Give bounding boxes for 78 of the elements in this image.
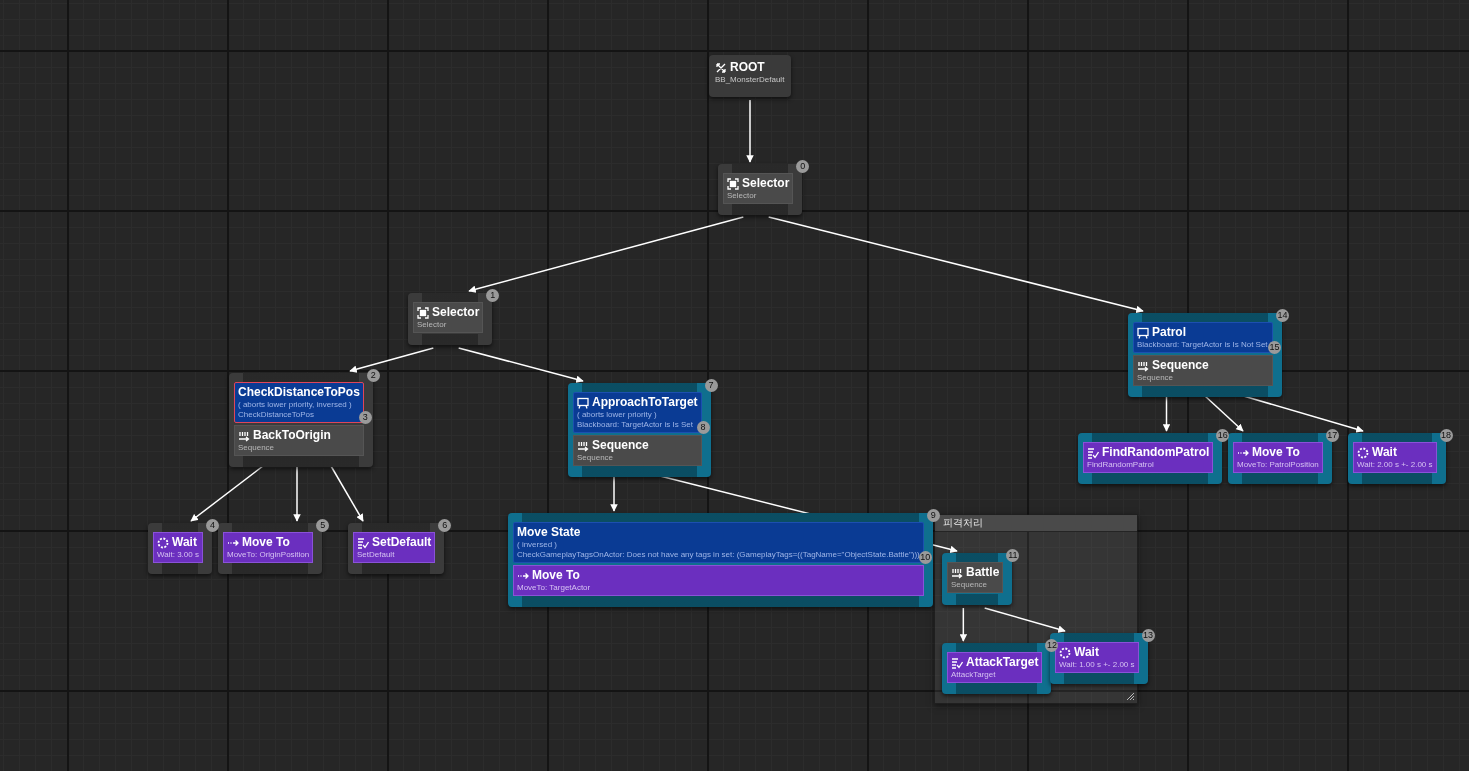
decorator-title: CheckDistanceToPos <box>238 385 360 400</box>
diagonal-arrows-icon <box>715 61 727 74</box>
node-title: SetDefault <box>372 535 432 550</box>
node-title: Battle <box>966 565 1000 580</box>
bars-arrow-icon <box>577 439 589 452</box>
board-icon <box>577 396 589 409</box>
node-title: AttackTarget <box>966 655 1039 670</box>
decorator-title: ApproachToTarget <box>592 395 698 410</box>
node-subtitle: Sequence <box>1137 373 1175 383</box>
node-subtitle: MoveTo: PatrolPosition <box>1237 460 1319 470</box>
node-subtitle: MoveTo: TargetActor <box>517 583 592 593</box>
node-index: 14 <box>1276 309 1289 322</box>
bars-arrow-icon <box>951 566 963 579</box>
decorator-description: CheckDistanceToPos <box>238 410 316 420</box>
dashed-circle-icon <box>157 536 169 549</box>
decorator-title: Move State <box>517 525 581 540</box>
node-subtitle: SetDefault <box>357 550 396 560</box>
decorator-description: ( aborts lower priority, inversed ) <box>238 400 353 410</box>
node-title: Move To <box>1252 445 1300 460</box>
node-subtitle: Sequence <box>951 580 989 590</box>
node-subtitle: BB_MonsterDefault <box>715 75 785 85</box>
bracket-square-icon <box>417 306 429 319</box>
dashed-circle-icon <box>1357 446 1369 459</box>
node-subtitle: Wait: 3.00 s <box>157 550 199 560</box>
checklist-icon <box>1087 446 1099 459</box>
decorator-block[interactable]: ApproachToTarget ( aborts lower priority ) Blackboard: TargetActor is Is Set <box>573 392 702 433</box>
decorator-index: 10 <box>918 551 932 564</box>
decorator-description: Blackboard: TargetActor is Is Set <box>577 420 694 430</box>
connection-arrow <box>293 465 301 522</box>
checklist-icon <box>951 656 963 669</box>
decorator-description: ( aborts lower priority ) <box>577 410 658 420</box>
connection-arrow <box>959 607 968 642</box>
node-index: 6 <box>438 519 452 532</box>
decorator-description: CheckGameplayTagsOnActor: Does not have any tags in set: (GameplayTags=((TagName="ObjectState.Battle"))) <box>517 550 920 560</box>
comment-title: 피격처리 <box>943 516 983 530</box>
connection-arrow <box>1162 395 1171 432</box>
board-icon <box>1137 326 1149 339</box>
resize-grip-icon[interactable] <box>1126 692 1134 700</box>
node-subtitle: MoveTo: OriginPosition <box>227 550 310 560</box>
decorator-block[interactable]: CheckDistanceToPos ( aborts lower priority, inversed ) CheckDistanceToPos <box>234 382 364 423</box>
node-title: Wait <box>1074 645 1099 660</box>
bars-arrow-icon <box>1137 359 1149 372</box>
bars-arrow-icon <box>238 429 250 442</box>
node-title: Sequence <box>592 438 649 453</box>
node-subtitle: Selector <box>417 320 448 330</box>
node-index: 11 <box>1006 549 1020 562</box>
node-subtitle: Sequence <box>577 453 615 463</box>
node-title: Wait <box>1372 445 1397 460</box>
dashed-circle-icon <box>1059 646 1071 659</box>
node-index: 5 <box>316 519 330 532</box>
root-node[interactable]: ROOT BB_MonsterDefault <box>709 55 791 97</box>
node-subtitle: Selector <box>727 191 758 201</box>
node-subtitle: FindRandomPatrol <box>1087 460 1155 470</box>
decorator-description: Blackboard: TargetActor is Is Not Set <box>1137 340 1269 350</box>
node-subtitle: AttackTarget <box>951 670 997 680</box>
node-index: 0 <box>796 160 810 173</box>
connection-arrow <box>746 99 754 163</box>
node-title: Move To <box>532 568 580 583</box>
node-title: Selector <box>742 176 790 191</box>
node-subtitle: Wait: 1.00 s +- 2.00 s <box>1059 660 1135 670</box>
checklist-icon <box>357 536 369 549</box>
node-subtitle: Sequence <box>238 443 276 453</box>
node-index: 1 <box>486 289 500 302</box>
node-title: Selector <box>432 305 480 320</box>
decorator-description: ( inversed ) <box>517 540 558 550</box>
tree-node[interactable]: ApproachToTarget ( aborts lower priority ) Blackboard: TargetActor is Is Set 8 Sequence Sequence <box>568 383 711 477</box>
node-title: FindRandomPatrol <box>1102 445 1210 460</box>
node-title: ROOT <box>730 60 765 75</box>
decorator-title: Patrol <box>1152 325 1186 340</box>
connection-arrow <box>610 475 618 512</box>
bracket-square-icon <box>727 177 739 190</box>
connection-arrow <box>330 465 364 522</box>
decorator-index: 15 <box>1268 341 1281 354</box>
node-title: BackToOrigin <box>253 428 331 443</box>
node-subtitle: Wait: 2.00 s +- 2.00 s <box>1357 460 1433 470</box>
node-title: Sequence <box>1152 358 1209 373</box>
node-title: Wait <box>172 535 197 550</box>
node-title: Move To <box>242 535 290 550</box>
